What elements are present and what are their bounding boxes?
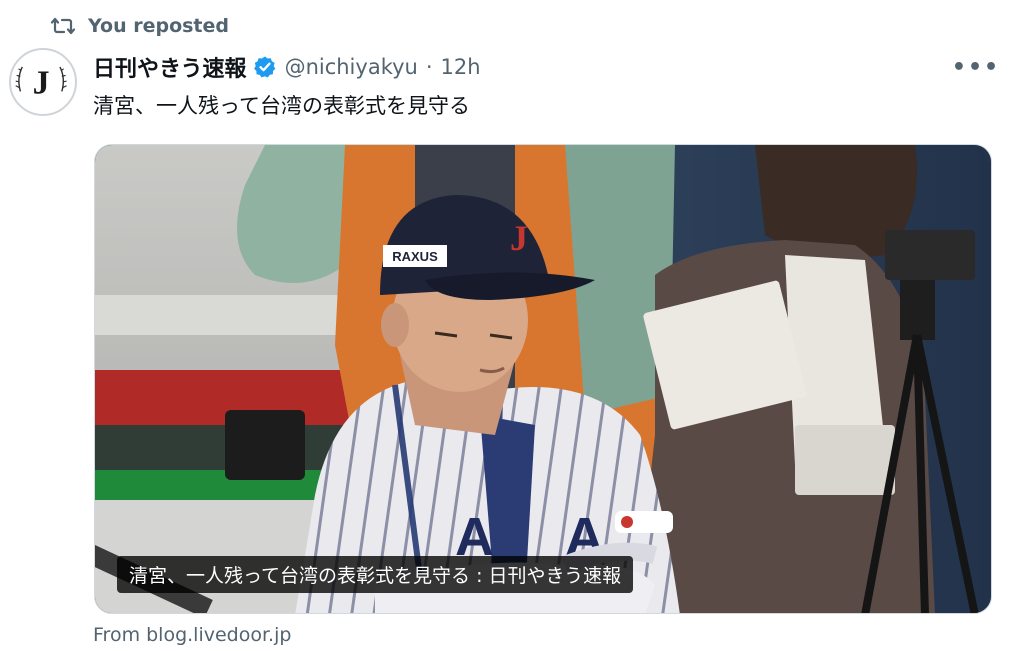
tweet-header: 日刊やきう速報 @nichiyakyu · 12h — [93, 50, 481, 84]
verified-badge-icon — [253, 56, 275, 78]
repost-label: You reposted — [88, 15, 229, 37]
card-caption: 清宮、一人残って台湾の表彰式を見守る : 日刊やきう速報 — [117, 556, 634, 593]
display-name[interactable]: 日刊やきう速報 — [93, 51, 247, 83]
svg-text:J: J — [510, 218, 528, 258]
card-image: A A J RAXUS — [95, 145, 991, 613]
more-options-icon[interactable]: ••• — [952, 52, 998, 82]
separator-dot: · — [425, 55, 433, 79]
timestamp[interactable]: 12h — [441, 55, 481, 79]
repost-indicator[interactable]: You reposted — [50, 12, 229, 40]
repost-icon — [50, 17, 76, 35]
cap-logo-text: RAXUS — [392, 249, 438, 264]
avatar[interactable]: J — [9, 48, 77, 116]
avatar-letter: J — [33, 64, 50, 101]
handle[interactable]: @nichiyakyu — [285, 55, 418, 79]
tweet-text: 清宮、一人残って台湾の表彰式を見守る — [93, 94, 470, 118]
card-source-link[interactable]: From blog.livedoor.jp — [93, 624, 291, 646]
link-card[interactable]: A A J RAXUS 清宮、一人残って台湾の表彰式を見守る : 日刊やきう速報 — [94, 144, 992, 614]
